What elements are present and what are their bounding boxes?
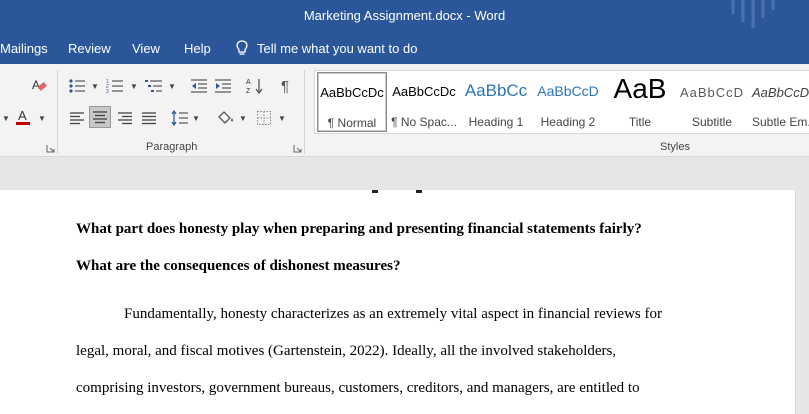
borders-button[interactable]: [253, 107, 275, 129]
style-subtitle[interactable]: AaBbCcD Subtitle: [677, 72, 747, 132]
style-name: Subtle Em...: [752, 115, 809, 129]
font-dialog-launcher-icon[interactable]: [46, 144, 55, 153]
justify-button[interactable]: [138, 107, 160, 129]
increase-indent-button[interactable]: [212, 75, 234, 97]
tab-mailings[interactable]: Mailings: [0, 41, 48, 56]
styles-gallery: AaBbCcDc ¶ Normal AaBbCcDc ¶ No Spac... …: [314, 70, 809, 134]
paragraph-dialog-launcher-icon[interactable]: [293, 144, 302, 153]
bullets-icon: [69, 79, 85, 93]
multilevel-list-caret[interactable]: ▼: [168, 82, 176, 91]
align-left-icon: [70, 112, 84, 125]
style-name: Heading 1: [468, 115, 524, 129]
justify-icon: [142, 112, 156, 125]
show-formatting-button[interactable]: ¶: [276, 75, 298, 97]
tell-me-label: Tell me what you want to do: [257, 40, 418, 56]
style-sample: AaBbCcD: [752, 85, 809, 100]
eraser-icon: A: [32, 78, 47, 92]
style-sample: AaBbCcDc: [320, 85, 384, 100]
pilcrow-icon: ¶: [281, 78, 289, 94]
style-sample: AaBbCcD: [537, 83, 599, 99]
style-heading-1[interactable]: AaBbCc Heading 1: [461, 72, 531, 132]
style-sample: AaBbCcDc: [392, 84, 456, 99]
group-separator: [57, 70, 58, 154]
document-paragraph-line: legal, moral, and fiscal motives (Garten…: [76, 343, 617, 359]
style-subtle-emphasis[interactable]: AaBbCcD Subtle Em...: [749, 72, 809, 132]
sort-icon: AZ: [246, 79, 263, 95]
style-name: ¶ Normal: [327, 116, 377, 130]
tab-review[interactable]: Review: [68, 41, 111, 56]
svg-text:A: A: [246, 79, 251, 86]
align-center-icon: [93, 111, 107, 124]
align-right-button[interactable]: [114, 107, 136, 129]
tell-me-box[interactable]: Tell me what you want to do: [236, 38, 417, 58]
document-canvas: What part does honesty play when prepari…: [0, 158, 809, 414]
numbering-button[interactable]: 123: [104, 75, 126, 97]
clipped-text-remnant: [372, 190, 422, 193]
decrease-indent-button[interactable]: [188, 75, 210, 97]
svg-text:¶: ¶: [281, 78, 289, 94]
ribbon-tabs: Mailings Review View Help Tell me what y…: [0, 32, 809, 64]
bullets-caret[interactable]: ▼: [91, 82, 99, 91]
font-color-caret[interactable]: ▼: [38, 114, 46, 123]
line-spacing-button[interactable]: [169, 107, 191, 129]
bullets-button[interactable]: [66, 75, 88, 97]
line-spacing-caret[interactable]: ▼: [192, 114, 200, 123]
style-sample: AaBbCcD: [679, 85, 745, 100]
font-color-icon: A: [16, 108, 30, 125]
tab-view[interactable]: View: [132, 41, 160, 56]
increase-indent-icon: [215, 79, 231, 93]
vertical-scrollbar[interactable]: [795, 190, 809, 414]
lightbulb-icon: [236, 40, 248, 55]
document-paragraph-line: comprising investors, government bureaus…: [76, 380, 640, 396]
shading-button[interactable]: [214, 107, 236, 129]
svg-text:A: A: [32, 78, 40, 92]
borders-caret[interactable]: ▼: [278, 114, 286, 123]
paint-bucket-icon: [218, 111, 233, 124]
multilevel-list-icon: [145, 80, 162, 92]
style-title[interactable]: AaB Title: [605, 72, 675, 132]
style-name: Heading 2: [540, 115, 596, 129]
ribbon: A ▼ A ▼ ▼ 123 ▼ ▼ A Z ¶ ▼ ▼ ▼ Paragraph …: [0, 64, 809, 157]
paragraph-group-label: Paragraph: [146, 141, 198, 153]
document-heading-line: What are the consequences of dishonest m…: [76, 258, 401, 274]
group-separator: [304, 70, 305, 154]
style-name: Subtitle: [691, 115, 733, 129]
clear-formatting-button[interactable]: A: [28, 74, 50, 96]
title-bar-decoration: [731, 0, 775, 28]
style-sample: AaB: [613, 73, 667, 104]
svg-text:Z: Z: [246, 88, 251, 95]
svg-text:3: 3: [106, 89, 109, 94]
align-left-button[interactable]: [66, 107, 88, 129]
style-normal[interactable]: AaBbCcDc ¶ Normal: [317, 72, 387, 132]
style-name: ¶ No Spac...: [391, 115, 457, 129]
highlight-dropdown-caret[interactable]: ▼: [2, 114, 10, 123]
style-sample: AaBbCc: [464, 81, 528, 100]
title-bar: Marketing Assignment.docx - Word: [0, 0, 809, 32]
multilevel-list-button[interactable]: [143, 75, 165, 97]
tab-help[interactable]: Help: [184, 41, 211, 56]
shading-caret[interactable]: ▼: [239, 114, 247, 123]
style-heading-2[interactable]: AaBbCcD Heading 2: [533, 72, 603, 132]
align-center-button[interactable]: [89, 106, 111, 128]
borders-icon: [257, 111, 271, 125]
window-title: Marketing Assignment.docx - Word: [303, 8, 506, 23]
svg-text:A: A: [18, 108, 27, 123]
decrease-indent-icon: [191, 79, 207, 93]
line-spacing-icon: [171, 110, 188, 126]
font-color-button[interactable]: A: [12, 106, 34, 128]
align-right-icon: [118, 112, 132, 125]
sort-button[interactable]: AZ: [244, 75, 266, 97]
styles-group-label: Styles: [660, 141, 690, 153]
numbering-caret[interactable]: ▼: [130, 82, 138, 91]
style-name: Title: [628, 115, 652, 129]
document-paragraph-line: Fundamentally, honesty characterizes as …: [124, 306, 662, 322]
style-no-spacing[interactable]: AaBbCcDc ¶ No Spac...: [389, 72, 459, 132]
document-heading-line: What part does honesty play when prepari…: [76, 221, 642, 237]
document-page[interactable]: What part does honesty play when prepari…: [0, 190, 795, 414]
numbering-icon: 123: [106, 79, 123, 94]
